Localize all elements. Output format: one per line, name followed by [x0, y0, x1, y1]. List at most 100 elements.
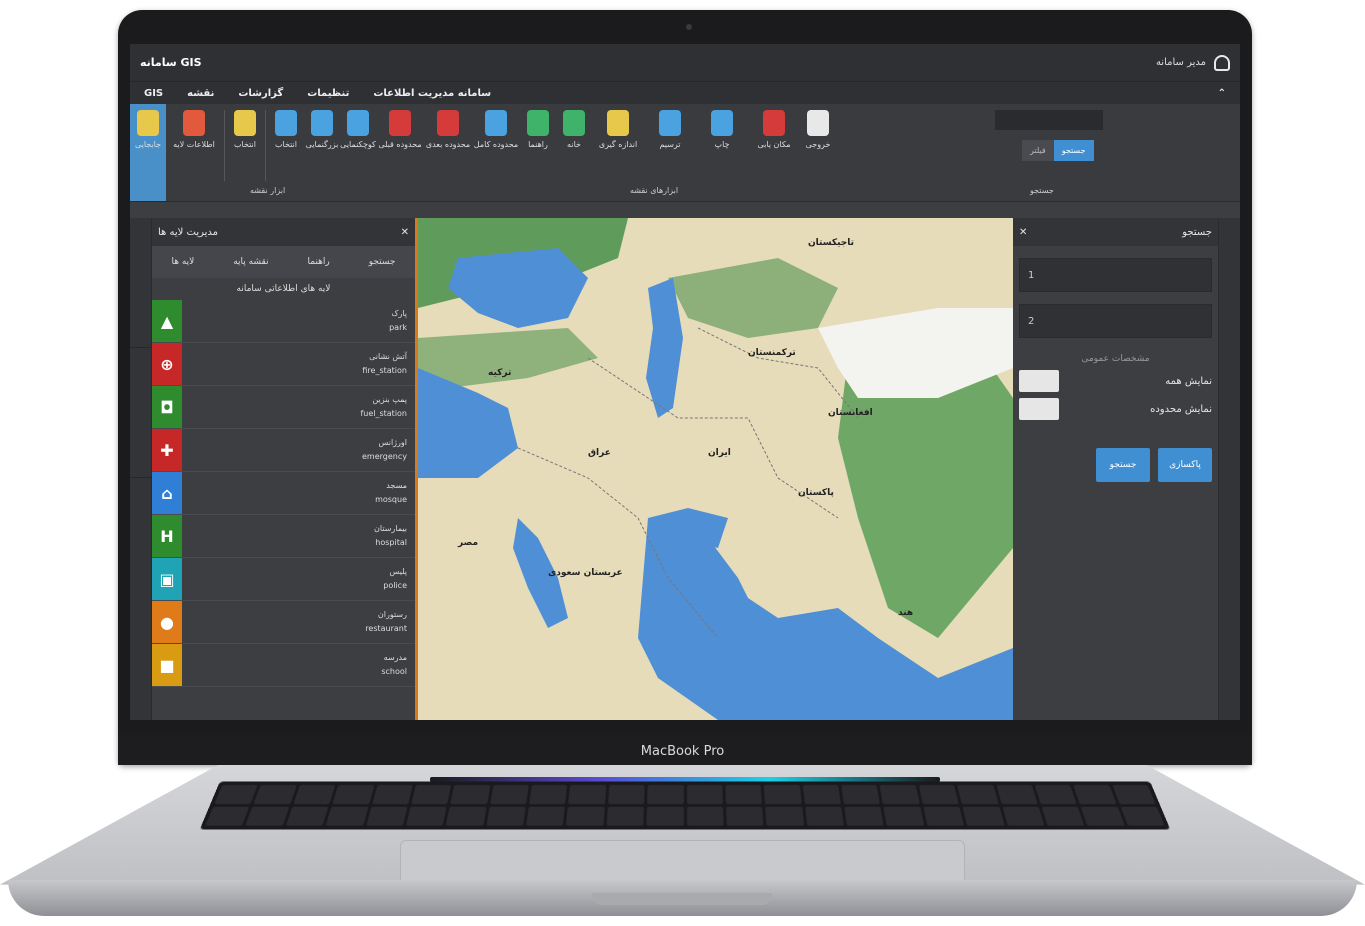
legend-icon [527, 110, 549, 136]
option-checkbox-1[interactable] [1019, 370, 1059, 392]
right-vertical-tabs[interactable] [1218, 218, 1240, 720]
search-field-2[interactable]: 2 [1019, 304, 1212, 338]
ribbon-next-extent-button[interactable]: محدوده بعدی [424, 104, 472, 201]
pointer-icon [275, 110, 297, 136]
title-bar: سامانه GIS مدیر سامانه [130, 44, 1240, 82]
clear-button[interactable]: پاکسازی [1158, 448, 1212, 482]
layer-row[interactable]: ▲ پارک park [152, 300, 415, 343]
hospital-icon: H [152, 515, 182, 557]
laptop-mockup: سامانه GIS مدیر سامانه GIS نقشه گزارشات … [0, 0, 1365, 926]
camera-icon [686, 24, 692, 30]
police-icon: ▣ [152, 558, 182, 600]
search-mode-toggle[interactable]: فیلتر جستجو [1022, 140, 1094, 161]
menu-reports[interactable]: گزارشات [238, 88, 283, 99]
tab-basemap[interactable]: نقشه پایه [233, 257, 268, 267]
vertical-tab[interactable] [130, 348, 151, 478]
layer-row[interactable]: ▣ پلیس police [152, 558, 415, 601]
search-panel: ✕ جستجو 1 2 مشخصات عمومی نمایش همه نمایش… [1013, 218, 1218, 720]
workspace: مدیریت لایه ها ✕ لایه ها نقشه پایه راهنم… [130, 218, 1240, 720]
layer-row[interactable]: ■ مدرسه school [152, 644, 415, 687]
map-label: ترکمنستان [748, 348, 796, 358]
ribbon-zoom-in-button[interactable]: بزرگنمایی [304, 104, 340, 201]
option-label-1: نمایش همه [1165, 375, 1212, 387]
next-extent-icon [437, 110, 459, 136]
zoom-in-icon [311, 110, 333, 136]
ribbon-legend-button[interactable]: راهنما [520, 104, 556, 201]
left-vertical-tabs [130, 218, 152, 720]
layer-row[interactable]: ⌂ مسجد mosque [152, 472, 415, 515]
user-name: مدیر سامانه [1155, 57, 1206, 68]
fire-station-icon: ⊕ [152, 343, 182, 385]
laptop-notch [592, 893, 772, 905]
layer-row[interactable]: ● رستوران restaurant [152, 601, 415, 644]
emergency-icon: ✚ [152, 429, 182, 471]
menu-bar: GIS نقشه گزارشات تنظیمات سامانه مدیریت ا… [130, 82, 1240, 104]
map-label: پاکستان [798, 488, 834, 498]
menu-map[interactable]: نقشه [187, 88, 214, 99]
ribbon-prev-extent-button[interactable]: محدوده قبلی [376, 104, 424, 201]
ribbon-print-button[interactable]: چاپ [696, 104, 748, 201]
draw-icon [659, 110, 681, 136]
search-field-1[interactable]: 1 [1019, 258, 1212, 292]
search-button[interactable]: جستجو [1096, 448, 1150, 482]
layers-panel: مدیریت لایه ها ✕ لایه ها نقشه پایه راهنم… [152, 218, 418, 720]
map-label: عربستان سعودی [548, 568, 623, 578]
ribbon-locate-button[interactable]: مکان یابی [748, 104, 800, 201]
tab-layers[interactable]: لایه ها [171, 257, 194, 267]
map-label: ترکیه [488, 368, 512, 378]
menu-info-system[interactable]: سامانه مدیریت اطلاعات [373, 88, 491, 99]
search-panel-close-icon[interactable]: ✕ [1019, 227, 1027, 238]
restaurant-icon: ● [152, 601, 182, 643]
ribbon-export-button[interactable]: خروجی [800, 104, 836, 201]
identify-icon [183, 110, 205, 136]
keyboard [199, 781, 1171, 830]
menu-settings[interactable]: تنظیمات [307, 88, 349, 99]
map-label: هند [898, 608, 914, 618]
search-panel-title: جستجو [1182, 226, 1212, 238]
layers-panel-header: مدیریت لایه ها ✕ [152, 218, 415, 246]
search-panel-header: ✕ جستجو [1013, 218, 1218, 246]
pan-icon [137, 110, 159, 136]
map-canvas [418, 218, 1013, 720]
layer-row[interactable]: ⊕ آتش نشانی fire_station [152, 343, 415, 386]
home-icon [563, 110, 585, 136]
panel-close-icon[interactable]: ✕ [401, 227, 409, 238]
school-icon: ■ [152, 644, 182, 686]
ribbon-group-label: ابزار نقشه [250, 186, 286, 195]
fuel-station-icon: ◘ [152, 386, 182, 428]
device-label: MacBook Pro [640, 744, 725, 759]
park-icon: ▲ [152, 300, 182, 342]
vertical-tab[interactable] [130, 218, 151, 348]
ribbon-home-button[interactable]: خانه [556, 104, 592, 201]
section-label: مشخصات عمومی [1081, 354, 1150, 364]
prev-extent-icon [389, 110, 411, 136]
layer-row[interactable]: H بیمارستان hospital [152, 515, 415, 558]
filter-mode-button[interactable]: فیلتر [1022, 140, 1054, 161]
user-menu[interactable]: مدیر سامانه [1155, 54, 1230, 71]
globe-icon [485, 110, 507, 136]
ribbon-search-input[interactable] [995, 110, 1103, 130]
zoom-out-icon [347, 110, 369, 136]
layer-row[interactable]: ◘ پمپ بنزین fuel_station [152, 386, 415, 429]
layer-row[interactable]: ✚ اورژانس emergency [152, 429, 415, 472]
layers-panel-tabs: لایه ها نقشه پایه راهنما جستجو [152, 246, 415, 278]
app-logo: سامانه GIS [140, 56, 202, 69]
mosque-icon: ⌂ [152, 472, 182, 514]
ribbon-full-extent-button[interactable]: محدوده کامل [472, 104, 520, 201]
search-mode-button[interactable]: جستجو [1053, 140, 1094, 161]
layers-subtitle: لایه های اطلاعاتی سامانه [236, 284, 331, 294]
tab-search[interactable]: جستجو [369, 257, 396, 267]
map-label: افغانستان [828, 408, 873, 418]
option-checkbox-2[interactable] [1019, 398, 1059, 420]
user-icon [1214, 54, 1230, 71]
print-icon [711, 110, 733, 136]
ribbon-zoom-out-button[interactable]: کوچکنمایی [340, 104, 376, 201]
ribbon-pan-button[interactable]: جابجایی [130, 104, 166, 201]
map-view[interactable]: ایران عربستان سعودی ترکیه افغانستان پاکس… [418, 218, 1013, 720]
tab-legend[interactable]: راهنما [308, 257, 330, 267]
ribbon-toolbar: جابجایی اطلاعات لایه انتخاب انتخاب بزرگن… [130, 104, 1240, 202]
collapse-ribbon-icon[interactable]: ⌃ [1218, 88, 1226, 99]
option-label-2: نمایش محدوده [1150, 403, 1212, 415]
menu-gis[interactable]: GIS [144, 88, 163, 99]
ribbon-identify-button[interactable]: اطلاعات لایه [166, 104, 222, 201]
